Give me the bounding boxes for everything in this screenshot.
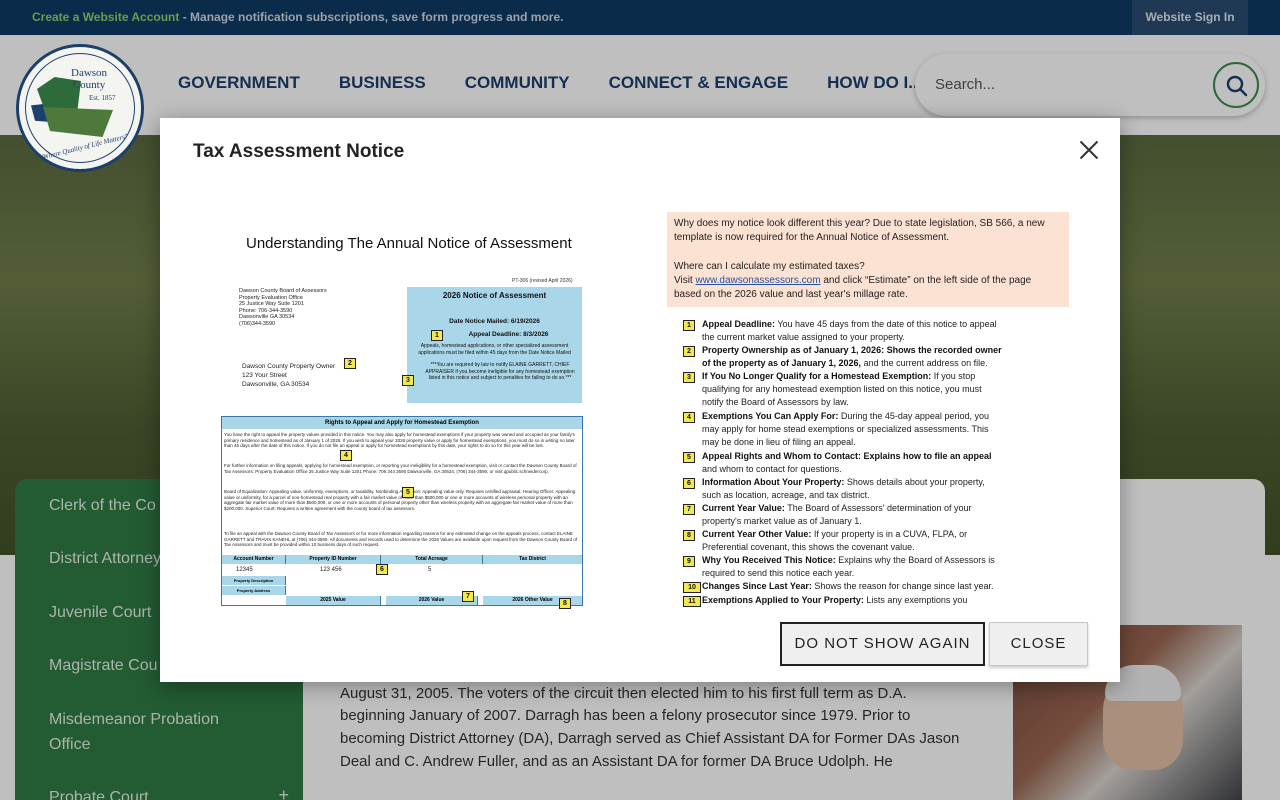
faq-box: Why does my notice look different this y… [667,212,1069,307]
close-button[interactable]: CLOSE [989,622,1088,666]
notice-box-title: 2026 Notice of Assessment [442,291,547,300]
explain-text-9: Why You Received This Notice: Explains w… [702,554,1002,580]
explain-text-1: Appeal Deadline: You have 45 days from t… [702,318,1002,344]
logo-line1: Dawson [71,67,108,79]
explain-title-5: Appeal Rights and Whom to Contact: Expla… [702,451,992,461]
explain-text-3: If You No Longer Qualify for a Homestead… [702,370,1002,410]
rights-title: Rights to Appeal and Apply for Homestead… [222,417,582,429]
grid-header-property-id: Property ID Number [286,555,381,564]
badge-7: 7 [462,591,474,602]
explain-badge-11: 11 [683,596,701,607]
grid-value-acreage: 5 [428,567,432,573]
explain-text-8: Current Year Other Value: If your proper… [702,528,1002,554]
modal-title: Tax Assessment Notice [193,141,405,162]
explain-desc-11: Lists any exemptions you [863,595,968,605]
notice-explanations: Why does my notice look different this y… [667,212,1069,607]
property-grid: Account Number Property ID Number Total … [222,553,582,609]
grid-value-property-id: 123 456 [320,567,342,573]
form-number: PT-306 (revised April 2026) [512,278,573,284]
explain-desc-5: and whom to contact for questions. [702,464,842,475]
explain-title-11: Exemptions Applied to Your Property: [702,595,864,605]
logo-line2: County [72,79,106,91]
notice-summary-box: 2026 Notice of Assessment Date Notice Ma… [402,287,582,403]
explain-text-10: Changes Since Last Year: Shows the reaso… [702,580,1002,593]
badge-4: 4 [340,450,352,461]
faq-estimate-answer: Visit www.dawsonassessors.com and click … [674,274,1054,302]
tax-notice-modal: Tax Assessment Notice Understanding The … [160,118,1120,682]
badge-5: 5 [402,487,414,498]
office-address: Dawson County Board of Assessors Propert… [239,288,327,327]
explain-badge-8: 8 [683,530,695,541]
box-text: Appeals, homestead applications, or othe… [418,343,571,356]
rights-text-1: You have the right to appeal the propert… [224,432,575,449]
date-mailed: Date Notice Mailed: 6/19/2026 [449,318,540,325]
county-logo[interactable]: Dawson County Est. 1857 "Where Quality of… [16,44,144,172]
assessors-website-link[interactable]: www.dawsonassessors.com [696,275,821,286]
explain-title-1: Appeal Deadline: [702,319,776,329]
explain-text-11: Exemptions Applied to Your Property: Lis… [702,594,1002,607]
logo-established: Est. 1857 [89,94,116,102]
explain-badge-10: 10 [683,582,701,593]
explain-title-7: Current Year Value: [702,503,785,513]
explain-title-8: Current Year Other Value: [702,529,812,539]
explain-text-2: Property Ownership as of January 1, 2026… [702,344,1002,370]
explain-title-9: Why You Received This Notice: [702,555,836,565]
rights-text-4: To file an appeal with the Dawson County… [224,531,577,548]
badge-8: 8 [559,598,571,609]
explain-desc-10: Shows the reason for change since last y… [811,581,994,591]
explain-badge-7: 7 [683,504,695,515]
rights-table: Rights to Appeal and Apply for Homestead… [221,416,583,609]
grid-row-description: Property Description [222,576,286,585]
grid-header-2025-value: 2025 Value [286,596,381,605]
do-not-show-again-button[interactable]: DO NOT SHOW AGAIN [780,622,985,666]
explain-badge-4: 4 [683,412,695,423]
rights-text-2: For further information on filing appeal… [224,463,577,474]
explain-text-4: Exemptions You Can Apply For: During the… [702,410,1002,450]
explain-title-6: Information About Your Property: [702,477,845,487]
owner-address: Dawson County Property Owner 123 Your St… [242,363,336,388]
explain-badge-9: 9 [683,556,695,567]
explain-badge-6: 6 [683,478,695,489]
grid-value-account: 12345 [236,567,253,573]
faq-visit-text: Visit [674,275,696,286]
close-icon[interactable] [1077,138,1101,162]
grid-header-tax-district: Tax District [483,555,582,564]
grid-header-account: Account Number [222,555,286,564]
explain-text-7: Current Year Value: The Board of Assesso… [702,502,1002,528]
explain-badge-2: 2 [683,346,695,357]
explain-desc-2: and the current address on file. [861,358,988,369]
box-warning: ***You are required by law to notify ELA… [425,362,575,381]
logo-text: Dawson County [71,67,107,91]
faq-estimate-question: Where can I calculate my estimated taxes… [674,261,865,272]
explain-title-4: Exemptions You Can Apply For: [702,411,839,421]
badge-1: 1 [431,330,443,341]
explain-text-6: Information About Your Property: Shows d… [702,476,1002,502]
badge-2: 2 [344,358,356,369]
notice-illustration: Understanding The Annual Notice of Asses… [220,208,585,609]
explain-badge-3: 3 [683,372,695,383]
grid-row-address: Property Address [222,586,286,595]
badge-3: 3 [402,375,414,386]
grid-header-acreage: Total Acreage [381,555,483,564]
notice-heading: Understanding The Annual Notice of Asses… [246,235,572,252]
faq-why-different: Why does my notice look different this y… [674,218,1045,243]
explain-badge-1: 1 [683,320,695,331]
explain-text-5: Appeal Rights and Whom to Contact: Expla… [702,450,1002,476]
explain-title-3: If You No Longer Qualify for a Homestead… [702,371,932,381]
badge-6: 6 [376,564,388,575]
explain-badge-5: 5 [683,452,695,463]
explain-title-10: Changes Since Last Year: [702,581,812,591]
